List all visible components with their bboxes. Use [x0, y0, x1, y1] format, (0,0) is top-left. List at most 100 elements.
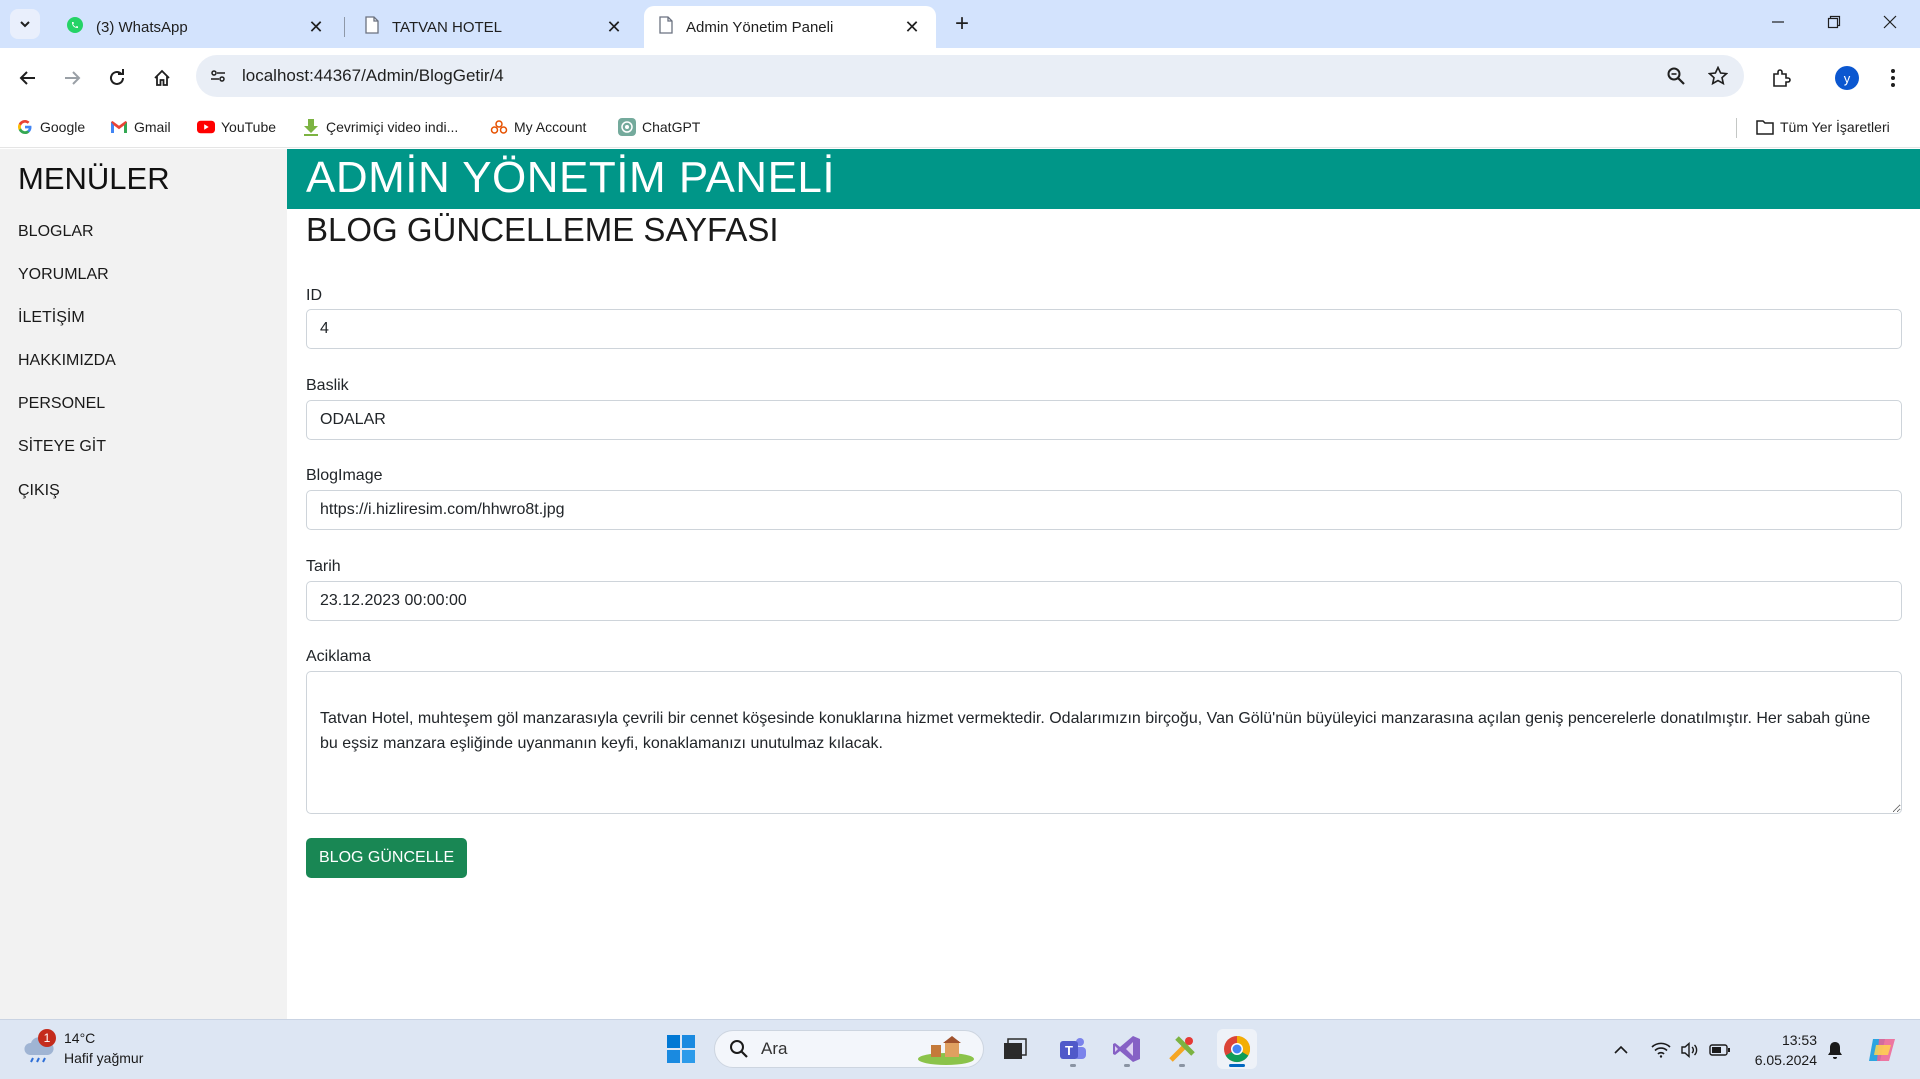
bookmark-google[interactable]: Google: [16, 118, 85, 136]
sidebar-item-iletisim[interactable]: İLETİŞİM: [18, 309, 85, 327]
visual-studio-icon: [1113, 1036, 1140, 1062]
tab-title: (3) WhatsApp: [96, 18, 188, 36]
avatar: y: [1835, 66, 1859, 90]
task-view-button[interactable]: [995, 1029, 1035, 1069]
zoom-icon[interactable]: [1664, 64, 1688, 88]
bookmark-star-icon[interactable]: [1706, 64, 1730, 88]
search-icon: [730, 1040, 748, 1058]
arrow-right-icon: [65, 71, 81, 85]
profile-button[interactable]: y: [1831, 62, 1863, 94]
bookmark-label: YouTube: [221, 119, 277, 135]
new-tab-button[interactable]: +: [948, 10, 976, 38]
close-icon[interactable]: ✕: [306, 17, 326, 37]
bookmark-youtube[interactable]: YouTube: [197, 118, 276, 136]
address-bar[interactable]: localhost:44367/Admin/BlogGetir/4: [196, 55, 1744, 97]
aciklama-label: Aciklama: [306, 648, 371, 665]
blogimage-input[interactable]: [306, 490, 1902, 530]
rain-cloud-icon: 1: [22, 1029, 56, 1065]
blog-guncelle-button[interactable]: BLOG GÜNCELLE: [306, 838, 468, 878]
bookmark-label: My Account: [514, 119, 587, 135]
id-label: ID: [306, 287, 322, 304]
weather-temp: 14°C: [64, 1030, 96, 1046]
start-button[interactable]: [661, 1029, 701, 1069]
sidebar-item-siteye-git[interactable]: SİTEYE GİT: [18, 438, 106, 456]
tarih-label: Tarih: [306, 558, 341, 575]
weather-widget[interactable]: 1 14°C Hafif yağmur: [22, 1028, 143, 1068]
clock-date: 6.05.2024: [1754, 1052, 1817, 1068]
baslik-input[interactable]: [306, 400, 1902, 440]
id-input[interactable]: [306, 309, 1902, 349]
weather-desc: Hafif yağmur: [64, 1050, 144, 1066]
tab-search-button[interactable]: [10, 9, 40, 39]
bookmark-chatgpt[interactable]: ChatGPT: [618, 118, 700, 136]
sidebar-item-hakkimizda[interactable]: HAKKIMIZDA: [18, 352, 116, 370]
bookmark-my-account[interactable]: My Account: [490, 118, 586, 136]
browser-menu-button[interactable]: [1877, 62, 1909, 94]
aciklama-textarea[interactable]: Tatvan Hotel, muhteşem göl manzarasıyla …: [306, 671, 1902, 814]
wifi-icon[interactable]: [1649, 1038, 1673, 1062]
show-hidden-icons-button[interactable]: [1609, 1038, 1633, 1062]
sidebar-item-yorumlar[interactable]: YORUMLAR: [18, 266, 109, 284]
restore-icon: [1827, 15, 1841, 29]
reload-button[interactable]: [101, 62, 133, 94]
clock[interactable]: 13:53 6.05.2024: [1745, 1030, 1817, 1070]
tab-whatsapp[interactable]: (3) WhatsApp ✕: [52, 6, 340, 48]
tab-separator: [344, 17, 345, 37]
folder-icon: [1756, 118, 1774, 136]
tab-title: Admin Yönetim Paneli: [686, 18, 834, 36]
notification-badge: 1: [38, 1029, 56, 1047]
blogimage-label: BlogImage: [306, 467, 383, 484]
tarih-input[interactable]: [306, 581, 1902, 621]
task-view-icon: [1004, 1038, 1027, 1059]
search-highlight-icon: [918, 1036, 974, 1065]
url-text[interactable]: localhost:44367/Admin/BlogGetir/4: [242, 66, 504, 86]
minimize-icon: [1772, 21, 1784, 23]
bookmark-gmail[interactable]: Gmail: [110, 118, 171, 136]
tab-tatvan-hotel[interactable]: TATVAN HOTEL ✕: [350, 6, 638, 48]
account-icon: [490, 118, 508, 136]
close-icon: [1883, 15, 1897, 29]
back-button[interactable]: [12, 62, 44, 94]
restore-button[interactable]: [1806, 0, 1862, 44]
chatgpt-icon: [618, 118, 636, 136]
chrome-app[interactable]: [1217, 1029, 1257, 1069]
home-button[interactable]: [146, 62, 178, 94]
sidebar-item-personel[interactable]: PERSONEL: [18, 395, 105, 413]
tools-icon: [1169, 1036, 1195, 1062]
teams-icon: T: [1060, 1038, 1086, 1059]
chevron-down-icon: [20, 21, 30, 28]
download-icon: [302, 118, 320, 136]
teams-app[interactable]: T: [1053, 1029, 1093, 1069]
sidebar-title: MENÜLER: [18, 161, 170, 196]
close-icon[interactable]: ✕: [902, 17, 922, 37]
page-icon: [658, 16, 674, 38]
bookmark-video-download[interactable]: Çevrimiçi video indi...: [302, 118, 458, 136]
tab-admin-panel[interactable]: Admin Yönetim Paneli ✕: [644, 6, 936, 48]
more-vertical-icon: [1891, 69, 1895, 87]
bookmark-label: Gmail: [134, 119, 171, 135]
page-content: MENÜLER BLOGLAR YORUMLAR İLETİŞİM HAKKIM…: [0, 149, 1920, 1019]
all-bookmarks-button[interactable]: Tüm Yer İşaretleri: [1756, 118, 1890, 136]
running-indicator: [1070, 1064, 1076, 1067]
arrow-left-icon: [19, 71, 35, 85]
forward-button[interactable]: [56, 62, 88, 94]
page-title: BLOG GÜNCELLEME SAYFASI: [306, 211, 779, 248]
bookmark-label: Çevrimiçi video indi...: [326, 119, 459, 135]
window-close-button[interactable]: [1862, 0, 1918, 44]
tool-app[interactable]: [1162, 1029, 1202, 1069]
taskbar-search[interactable]: Ara: [714, 1030, 984, 1068]
close-icon[interactable]: ✕: [604, 17, 624, 37]
bookmark-label: Tüm Yer İşaretleri: [1780, 119, 1890, 135]
visual-studio-app[interactable]: [1107, 1029, 1147, 1069]
browser-tabstrip: (3) WhatsApp ✕ TATVAN HOTEL ✕ Admin Yöne…: [0, 0, 1920, 48]
notifications-bell-icon[interactable]: [1823, 1038, 1847, 1062]
site-info-icon[interactable]: [206, 64, 230, 88]
sidebar-item-bloglar[interactable]: BLOGLAR: [18, 223, 94, 241]
volume-icon[interactable]: [1678, 1038, 1702, 1062]
running-indicator: [1179, 1064, 1185, 1067]
extensions-button[interactable]: [1765, 62, 1797, 94]
minimize-button[interactable]: [1750, 0, 1806, 44]
copilot-icon[interactable]: [1866, 1034, 1898, 1066]
sidebar-item-cikis[interactable]: ÇIKIŞ: [18, 482, 60, 500]
battery-icon[interactable]: [1708, 1038, 1732, 1062]
